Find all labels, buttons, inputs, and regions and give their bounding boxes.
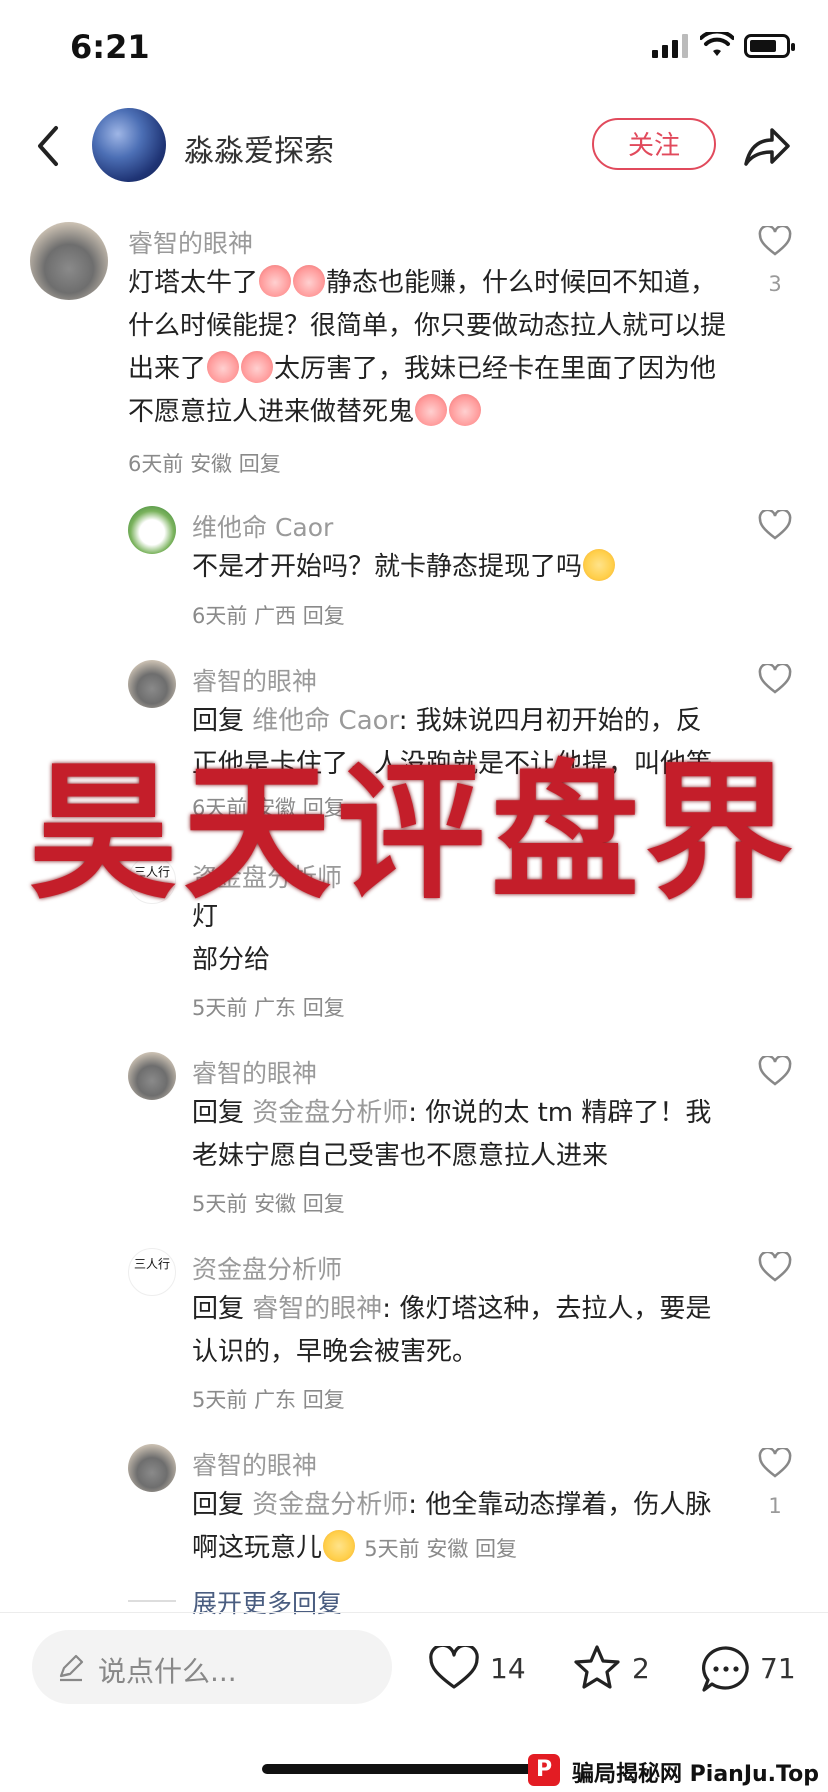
comment-username[interactable]: 睿智的眼神 [192, 662, 317, 698]
avatar[interactable] [128, 660, 176, 708]
site-badge-text: 骗局揭秘网 PianJu.Top [572, 1762, 819, 1787]
comment-text: 不是才开始吗？就卡静态提现了吗 [192, 546, 722, 589]
avatar[interactable] [30, 222, 108, 300]
reply-to-user[interactable]: 资金盘分析师 [252, 1098, 408, 1128]
heart-eyes-emoji [207, 351, 240, 383]
expand-divider [128, 1600, 176, 1602]
battery-icon [744, 34, 795, 58]
pencil-icon [59, 1654, 84, 1682]
comment-text: 灯塔太牛了 静态也能赚，什么时候回不知道，什么时候能提？很简单，你只要做动态拉人就… [128, 262, 728, 434]
reply-link[interactable]: 回复 [303, 996, 345, 1020]
like-icon[interactable] [758, 1252, 792, 1282]
reply-link[interactable]: 回复 [475, 1537, 517, 1561]
back-icon[interactable] [34, 124, 62, 168]
comment-username[interactable]: 睿智的眼神 [128, 224, 253, 260]
like-icon[interactable] [758, 510, 792, 540]
share-icon[interactable] [742, 124, 792, 168]
reply-link[interactable]: 回复 [303, 604, 345, 628]
star-total: 2 [632, 1652, 650, 1685]
like-icon[interactable] [758, 664, 792, 694]
author-name[interactable]: 淼淼爱探索 [184, 126, 334, 170]
author-avatar[interactable] [92, 108, 166, 182]
wifi-icon [700, 32, 734, 56]
comment-meta: 5天前 安徽 回复 [192, 1192, 345, 1216]
crying-emoji [583, 549, 616, 581]
comment-meta: 5天前 安徽 回复 [364, 1537, 518, 1561]
comment-input-placeholder[interactable]: 说点什么... [98, 1650, 237, 1690]
signal-icon [652, 34, 698, 58]
avatar[interactable] [128, 506, 176, 554]
like-icon[interactable] [758, 226, 792, 256]
comment-total: 71 [760, 1652, 796, 1685]
reply-link[interactable]: 回复 [303, 1192, 345, 1216]
avatar[interactable] [128, 1444, 176, 1492]
comment-username[interactable]: 睿智的眼神 [192, 1054, 317, 1090]
heart-eyes-emoji [293, 265, 326, 297]
comment-text: 回复 资金盘分析师: 你说的太 tm 精辟了！我老妹宁愿自己受害也不愿意拉人进来 [192, 1098, 712, 1171]
status-time: 6:21 [70, 28, 150, 66]
reply-to-user[interactable]: 资金盘分析师 [252, 1490, 408, 1520]
logo-text: 三人行 [133, 1257, 170, 1271]
pray-emoji [449, 394, 482, 426]
comment-icon[interactable] [700, 1644, 752, 1694]
reply-link[interactable]: 回复 [239, 452, 281, 476]
comment-username[interactable]: 维他命 Caor [192, 508, 333, 544]
comment-username[interactable]: 资金盘分析师 [192, 1250, 342, 1286]
like-count: 3 [768, 272, 782, 296]
comment-meta: 5天前 广东 回复 [192, 1388, 345, 1412]
like-icon[interactable] [758, 1056, 792, 1086]
site-logo-icon: P [528, 1754, 560, 1786]
home-indicator[interactable] [262, 1764, 562, 1774]
site-badge: P 骗局揭秘网 PianJu.Top [528, 1752, 828, 1788]
avatar[interactable]: 三人行 [128, 1248, 176, 1296]
comment-meta: 5天前 广东 回复 [192, 996, 345, 1020]
reply-link[interactable]: 回复 [303, 1388, 345, 1412]
comment-text: 回复 睿智的眼神: 像灯塔这种，去拉人，要是认识的，早晚会被害死。 [192, 1294, 712, 1367]
follow-button[interactable]: 关注 [592, 118, 716, 170]
watermark-text: 昊天评盘界 [29, 747, 799, 919]
like-icon[interactable] [758, 1448, 792, 1478]
heart-eyes-emoji [259, 265, 292, 297]
comment-meta: 6天前 安徽 回复 [128, 452, 281, 476]
pray-emoji [415, 394, 448, 426]
like-total: 14 [490, 1652, 526, 1685]
heart-eyes-emoji [241, 351, 274, 383]
comment-username[interactable]: 睿智的眼神 [192, 1446, 317, 1482]
like-icon[interactable] [428, 1646, 480, 1690]
bottom-bar-divider [0, 1612, 828, 1613]
avatar[interactable] [128, 1052, 176, 1100]
like-count: 1 [768, 1494, 782, 1518]
comment-meta: 6天前 广西 回复 [192, 604, 345, 628]
expand-more-replies[interactable]: 展开更多回复 [192, 1584, 342, 1620]
star-icon[interactable] [572, 1644, 622, 1692]
crying-emoji [323, 1530, 356, 1562]
reply-to-user[interactable]: 睿智的眼神 [252, 1294, 382, 1324]
comment-text: 回复 资金盘分析师: 他全靠动态撑着，伤人脉啊这玩意儿 5天前 安徽 回复 [192, 1490, 712, 1563]
